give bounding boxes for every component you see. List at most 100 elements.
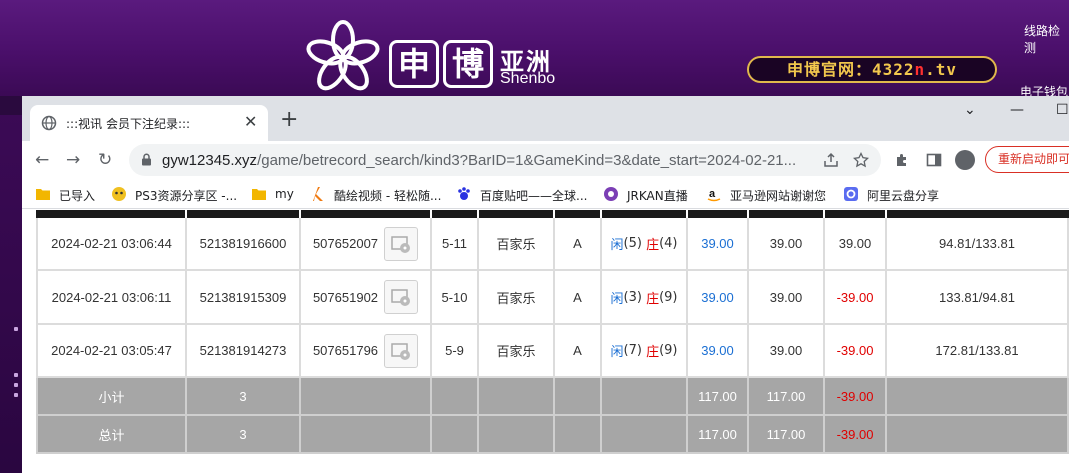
minimize-icon[interactable]: — (1010, 102, 1024, 118)
svg-text:a: a (709, 188, 716, 200)
bet-amount: 39.00 (688, 325, 749, 378)
address-bar[interactable]: gyw12345.xyz/game/betrecord_search/kind3… (129, 144, 881, 176)
maximize-icon[interactable]: ☐ (1056, 102, 1069, 118)
decor-dot (14, 327, 18, 331)
empty-cell (555, 378, 602, 416)
subtotal-count: 3 (187, 378, 301, 416)
empty-cell (602, 378, 688, 416)
banker-value: (9) (659, 289, 678, 305)
bet-time: 2024-02-21 03:06:11 (36, 271, 187, 325)
subtotal-win-loss: -39.00 (825, 378, 887, 416)
video-replay-icon[interactable] (384, 226, 419, 261)
official-site-suffix: .tv (925, 60, 958, 79)
balance: 94.81/133.81 (887, 218, 1069, 271)
subtotal-label: 小计 (36, 378, 187, 416)
valid-amount: 39.00 (749, 271, 825, 325)
player-value: (7) (623, 343, 642, 358)
header-separator (747, 210, 749, 218)
chevron-down-icon[interactable]: ⌄ (964, 102, 976, 118)
amazon-icon: a (707, 188, 721, 202)
win-loss: -39.00 (825, 325, 887, 378)
table-number: 5-10 (432, 271, 479, 325)
profile-avatar-icon[interactable] (955, 150, 975, 170)
video-replay-icon[interactable] (384, 280, 419, 314)
game-name: 百家乐 (479, 218, 555, 271)
tab-bet-record[interactable]: :::视讯 会员下注纪录::: ✕ (30, 105, 268, 141)
site-left-strip (0, 115, 22, 473)
total-win-loss: -39.00 (825, 416, 887, 454)
empty-cell (301, 378, 432, 416)
bet-type: A (555, 325, 602, 378)
reload-icon[interactable]: ↻ (98, 150, 112, 170)
valid-amount: 39.00 (749, 325, 825, 378)
star-bookmark-icon[interactable] (853, 152, 869, 168)
video-replay-icon[interactable] (384, 333, 419, 368)
game-name: 百家乐 (479, 325, 555, 378)
forward-arrow-icon[interactable]: → (66, 150, 80, 170)
bookmark-ps3[interactable]: PS3资源分享区 -... (135, 187, 237, 204)
tab-strip: :::视讯 会员下注纪录::: ✕ + ⌄ — ☐ (22, 96, 1069, 141)
header-separator (885, 210, 887, 218)
bookmark-aliyun[interactable]: 阿里云盘分享 (867, 187, 939, 204)
side-panel-icon[interactable] (926, 152, 942, 168)
url-path: /game/betrecord_search/kind3?BarID=1&Gam… (257, 152, 797, 169)
bookmark-my[interactable]: my (275, 187, 294, 201)
extensions-puzzle-icon[interactable] (894, 152, 910, 168)
k-logo-icon (313, 187, 323, 201)
banker-label: 庄 (646, 238, 660, 253)
bet-time: 2024-02-21 03:05:47 (36, 325, 187, 378)
header-separator (600, 210, 602, 218)
balance: 133.81/94.81 (887, 271, 1069, 325)
round-cell: 507651902 (301, 271, 432, 325)
bookmark-jrkan[interactable]: JRKAN直播 (627, 187, 688, 204)
back-arrow-icon[interactable]: ← (35, 150, 49, 170)
bookmark-amazon[interactable]: 亚马逊网站谢谢您 (730, 187, 826, 204)
total-bet: 117.00 (688, 416, 749, 454)
bookmark-baidu-tieba[interactable]: 百度贴吧——全球... (480, 187, 587, 204)
header-separator (823, 210, 825, 218)
balance: 172.81/133.81 (887, 325, 1069, 378)
flower-logo-icon (306, 20, 380, 91)
bet-type: A (555, 218, 602, 271)
line-check-link[interactable]: 线路检测 (1024, 22, 1069, 56)
bet-time: 2024-02-21 03:06:44 (36, 218, 187, 271)
restart-update-button[interactable]: 重新启动即可 (985, 146, 1069, 173)
subtotal-row: 小计 3 117.00 117.00 -39.00 (36, 378, 1069, 416)
empty-cell (432, 378, 479, 416)
table-number: 5-11 (432, 218, 479, 271)
logo-char-shen: 申 (389, 40, 439, 88)
url-text: gyw12345.xyz/game/betrecord_search/kind3… (162, 152, 796, 169)
table-row: 2024-02-21 03:05:47 521381914273 5076517… (36, 325, 1069, 378)
player-value: (3) (623, 289, 642, 305)
table-header-strip (36, 210, 1069, 218)
header-separator (185, 210, 187, 218)
header-separator (430, 210, 432, 218)
baidu-icon (458, 187, 470, 200)
empty-cell (887, 416, 1069, 454)
empty-cell (479, 416, 555, 454)
share-icon[interactable] (823, 152, 839, 168)
total-label: 总计 (36, 416, 187, 454)
tab-title: :::视讯 会员下注纪录::: (66, 117, 191, 131)
order-number: 521381916600 (187, 218, 301, 271)
table-number: 5-9 (432, 325, 479, 378)
new-tab-plus-icon[interactable]: + (280, 107, 298, 132)
tab-close-icon[interactable]: ✕ (244, 112, 257, 132)
jrkan-icon (604, 187, 618, 201)
bookmark-kuhui[interactable]: 酷绘视频 - 轻松随... (334, 187, 441, 204)
official-site-red-letter: n (914, 60, 926, 79)
total-valid: 117.00 (749, 416, 825, 454)
round-number: 507652007 (312, 236, 379, 251)
round-number: 507651902 (312, 289, 379, 305)
header-separator (299, 210, 301, 218)
page-content: 2024-02-21 03:06:44 521381916600 5076520… (22, 210, 1069, 473)
subtotal-bet: 117.00 (688, 378, 749, 416)
bookmark-imported[interactable]: 已导入 (59, 187, 95, 204)
official-site-banner[interactable]: 申博官网：4322n.tv (747, 56, 997, 83)
round-number: 507651796 (312, 343, 379, 358)
empty-cell (301, 416, 432, 454)
bet-amount: 39.00 (688, 271, 749, 325)
empty-cell (602, 416, 688, 454)
logo-char-bo: 博 (443, 40, 493, 88)
decor-dot (14, 383, 18, 387)
